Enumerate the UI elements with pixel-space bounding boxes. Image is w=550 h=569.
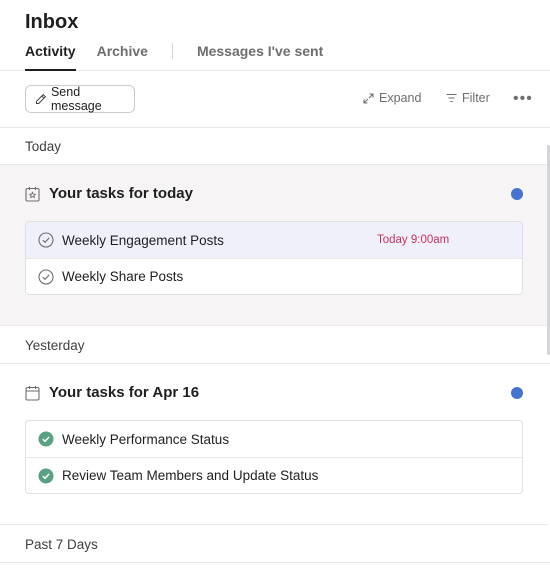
calendar-icon	[25, 385, 40, 401]
more-options-button[interactable]: •••	[513, 90, 533, 108]
pencil-icon	[35, 93, 47, 104]
send-message-label: Send message	[50, 85, 102, 113]
group-header-yesterday: Yesterday	[0, 327, 550, 364]
task-list: Weekly Performance Status Review Team Me…	[25, 420, 523, 494]
group-header-past-7-days: Past 7 Days	[0, 526, 550, 563]
completed-check-icon[interactable]	[38, 431, 54, 447]
task-name: Weekly Share Posts	[62, 269, 184, 284]
send-message-button[interactable]: Send message	[25, 85, 135, 113]
tab-activity[interactable]: Activity	[25, 43, 76, 71]
task-list: Weekly Engagement Posts Today 9:00am Wee…	[25, 221, 523, 295]
tab-divider	[171, 43, 173, 59]
tab-messages-sent[interactable]: Messages I've sent	[197, 43, 323, 71]
section-title: Your tasks for today	[25, 185, 193, 202]
completed-check-icon[interactable]	[38, 468, 54, 484]
check-circle-icon[interactable]	[38, 268, 54, 285]
tab-archive[interactable]: Archive	[97, 43, 148, 71]
task-row[interactable]: Weekly Performance Status	[26, 421, 522, 457]
unread-indicator	[511, 188, 523, 200]
inbox-header: Inbox Activity Archive Messages I've sen…	[0, 0, 550, 71]
check-circle-icon[interactable]	[38, 232, 54, 248]
task-digest-today[interactable]: Your tasks for today Weekly Engagement P…	[0, 165, 548, 326]
task-name: Review Team Members and Update Status	[62, 468, 319, 483]
task-row[interactable]: Review Team Members and Update Status	[26, 457, 522, 493]
expand-icon	[363, 92, 374, 104]
expand-button[interactable]: Expand	[363, 91, 421, 105]
section-title-text: Your tasks for Apr 16	[49, 384, 200, 401]
expand-label: Expand	[379, 91, 422, 105]
filter-icon	[446, 93, 457, 103]
group-header-today: Today	[0, 128, 550, 165]
inbox-tabs: Activity Archive Messages I've sent	[25, 43, 323, 71]
task-name: Weekly Performance Status	[62, 431, 230, 447]
task-due-date: Today 9:00am	[377, 234, 450, 246]
task-digest-yesterday[interactable]: Your tasks for Apr 16 Weekly Performance…	[0, 364, 548, 525]
task-row[interactable]: Weekly Share Posts	[26, 258, 522, 294]
filter-button[interactable]: Filter	[446, 91, 490, 105]
task-row[interactable]: Weekly Engagement Posts Today 9:00am	[26, 222, 522, 258]
unread-indicator	[511, 387, 523, 399]
filter-label: Filter	[462, 91, 490, 105]
calendar-star-icon	[25, 186, 40, 202]
inbox-toolbar: Send message Expand Filter •••	[0, 71, 550, 128]
section-title-text: Your tasks for today	[49, 185, 193, 202]
page-title: Inbox	[25, 11, 79, 33]
task-name: Weekly Engagement Posts	[62, 232, 224, 248]
section-title: Your tasks for Apr 16	[25, 384, 199, 401]
